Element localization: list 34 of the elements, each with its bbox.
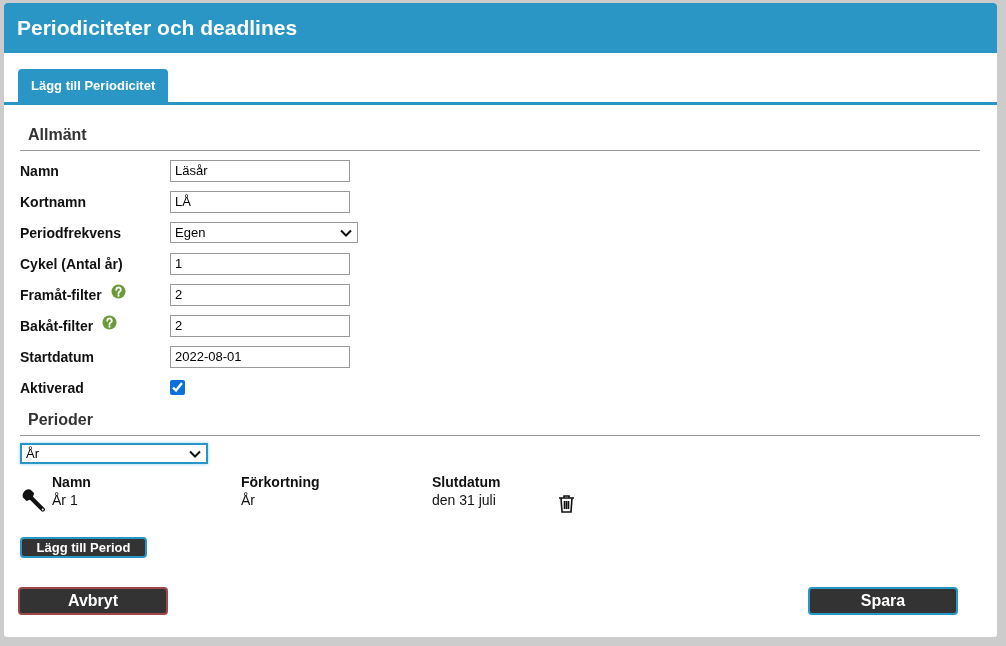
- dropdown[interactable]: Egen: [170, 222, 358, 243]
- column-header: Förkortning: [241, 474, 321, 490]
- dropdown[interactable]: År: [20, 443, 208, 464]
- field-label: Kortnamn: [20, 193, 87, 210]
- field-label: Periodfrekvens: [20, 224, 122, 241]
- text-field[interactable]: 2: [170, 283, 350, 306]
- column-header: Slutdatum: [432, 474, 502, 490]
- help-icon[interactable]: [110, 284, 126, 299]
- text-field[interactable]: Läsår: [170, 159, 350, 182]
- section-heading: Perioder: [20, 403, 980, 436]
- save-button[interactable]: Spara: [808, 587, 958, 615]
- text-field[interactable]: 2022-08-01: [170, 345, 350, 368]
- text-field[interactable]: LÅ: [170, 190, 350, 213]
- page-title: Periodiciteter och deadlines: [17, 16, 298, 40]
- cancel-button[interactable]: Avbryt: [18, 587, 168, 615]
- help-icon[interactable]: [102, 315, 118, 330]
- table-cell-text: År 1: [52, 492, 79, 510]
- chevron-down-icon: [340, 228, 352, 237]
- field-label: Bakåt-filter: [20, 317, 94, 334]
- field-label: Namn: [20, 162, 59, 179]
- column-header: Namn: [52, 474, 92, 490]
- table-cell-text: År: [241, 492, 256, 510]
- field-label: Aktiverad: [20, 379, 84, 396]
- section-heading: Allmänt: [20, 105, 980, 151]
- text-field[interactable]: 2: [170, 314, 350, 337]
- field-label: Cykel (Antal år): [20, 255, 123, 272]
- add-period-button[interactable]: Lägg till Period: [20, 537, 147, 558]
- checkbox[interactable]: [170, 380, 185, 395]
- field-label: Framåt-filter: [20, 286, 102, 303]
- field-label: Startdatum: [20, 348, 94, 365]
- text-field[interactable]: 1: [170, 252, 350, 275]
- trash-icon[interactable]: [558, 494, 575, 513]
- chevron-down-icon: [189, 449, 201, 458]
- table-cell-text: den 31 juli: [432, 492, 497, 510]
